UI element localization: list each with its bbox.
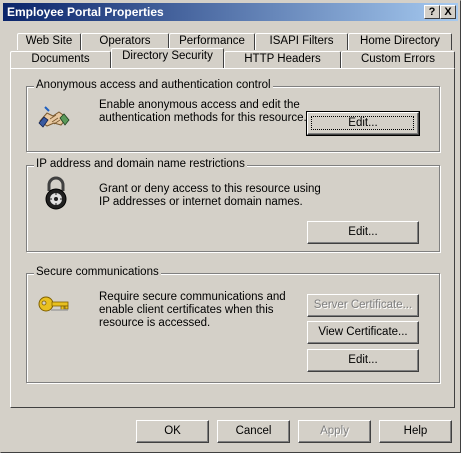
tab-http-headers[interactable]: HTTP Headers	[224, 51, 341, 68]
secure-communications-title: Secure communications	[34, 266, 161, 278]
anonymous-edit-button[interactable]: Edit...	[306, 111, 420, 136]
ip-edit-button[interactable]: Edit...	[307, 221, 419, 244]
anonymous-access-description: Enable anonymous access and edit the aut…	[99, 99, 307, 124]
anonymous-access-title: Anonymous access and authentication cont…	[34, 79, 273, 91]
ip-restrictions-title: IP address and domain name restrictions	[34, 158, 247, 170]
tab-web-site[interactable]: Web Site	[17, 33, 81, 50]
help-button[interactable]: Help	[379, 420, 452, 443]
secure-communications-group: Secure communications Require secure com…	[26, 266, 440, 383]
properties-dialog: Employee Portal Properties ? X Web Site …	[0, 0, 461, 453]
ip-restrictions-description: Grant or deny access to this resource us…	[99, 183, 321, 208]
anonymous-access-group: Anonymous access and authentication cont…	[26, 79, 440, 152]
cancel-button[interactable]: Cancel	[217, 420, 290, 443]
tab-documents[interactable]: Documents	[10, 51, 111, 68]
title-bar[interactable]: Employee Portal Properties ? X	[3, 3, 458, 21]
ok-button[interactable]: OK	[136, 420, 209, 443]
tab-panel: Anonymous access and authentication cont…	[10, 68, 455, 408]
help-title-button[interactable]: ?	[424, 5, 440, 19]
apply-button[interactable]: Apply	[298, 420, 371, 443]
tab-directory-security[interactable]: Directory Security	[111, 48, 224, 68]
secure-communications-description: Require secure communications and enable…	[99, 291, 286, 329]
ip-restrictions-group: IP address and domain name restrictions …	[26, 158, 440, 252]
server-certificate-button[interactable]: Server Certificate...	[307, 294, 419, 317]
key-icon	[38, 296, 69, 312]
close-title-button[interactable]: X	[440, 5, 456, 19]
window-title: Employee Portal Properties	[7, 5, 164, 19]
secure-edit-button[interactable]: Edit...	[307, 349, 419, 372]
tab-isapi-filters[interactable]: ISAPI Filters	[255, 33, 348, 50]
tab-custom-errors[interactable]: Custom Errors	[341, 51, 455, 68]
tab-home-directory[interactable]: Home Directory	[348, 33, 452, 50]
handshake-icon	[38, 106, 70, 128]
padlock-icon	[45, 176, 67, 210]
view-certificate-button[interactable]: View Certificate...	[307, 321, 419, 344]
